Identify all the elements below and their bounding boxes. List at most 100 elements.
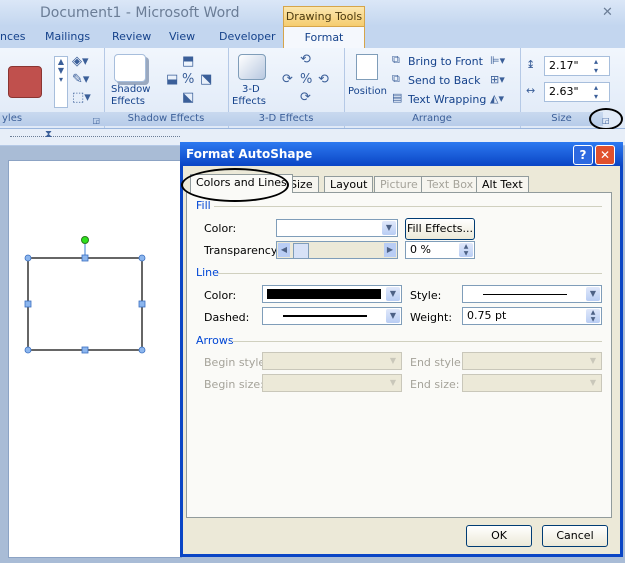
begin-style-dropdown: ▼	[262, 352, 402, 370]
selected-rectangle-shape[interactable]	[20, 232, 150, 358]
rectangle-outline	[27, 257, 143, 351]
window-close-icon[interactable]: ✕	[602, 5, 616, 20]
dialog-close-button[interactable]: ✕	[595, 145, 615, 165]
bring-to-front-icon[interactable]: ⧉	[392, 53, 400, 67]
text-wrapping-icon[interactable]: ▤	[392, 91, 402, 104]
rotate-icon[interactable]: ◭▾	[490, 92, 504, 105]
group-objects-icon[interactable]: ⊞▾	[490, 73, 505, 86]
group-label-shadow-effects: Shadow Effects	[104, 112, 228, 126]
slider-left-icon[interactable]: ◀	[278, 243, 290, 257]
resize-handle-ne[interactable]	[138, 254, 146, 262]
line-color-dropdown[interactable]: ▼	[262, 285, 402, 303]
chevron-down-icon[interactable]: ▼	[382, 221, 396, 235]
position-icon[interactable]	[356, 54, 378, 80]
line-style-dropdown[interactable]: ▼	[462, 285, 602, 303]
chevron-down-icon: ▼	[386, 354, 400, 368]
resize-handle-s[interactable]	[81, 346, 89, 354]
line-color-icon[interactable]: ✎▾	[72, 72, 89, 87]
height-spinner-icon[interactable]: ▴ ▾	[594, 57, 598, 75]
tab-mailings[interactable]: Mailings	[45, 30, 90, 43]
nudge-shadow-right-icon[interactable]: ⬔	[200, 72, 212, 87]
tab-format[interactable]: Format	[283, 26, 365, 49]
tilt-up-icon[interactable]: ⟲	[300, 52, 311, 67]
align-icon[interactable]: ⊫▾	[490, 54, 505, 67]
tab-view[interactable]: View	[169, 30, 195, 43]
transparency-slider[interactable]: ◀ ▶	[276, 241, 398, 259]
shadow-effects-label-1[interactable]: Shadow	[111, 84, 150, 95]
group-label-styles: yles	[0, 112, 104, 126]
begin-size-label: Begin size:	[204, 378, 264, 391]
indent-marker-icon[interactable]: ⧗	[45, 129, 52, 140]
tab-developer[interactable]: Developer	[219, 30, 276, 43]
resize-handle-se[interactable]	[138, 346, 146, 354]
width-spinner-icon[interactable]: ▴ ▾	[594, 83, 598, 101]
cancel-button[interactable]: Cancel	[542, 525, 608, 547]
tab-references[interactable]: nces	[0, 30, 26, 43]
shadow-toggle-icon[interactable]: %	[182, 72, 194, 87]
position-label[interactable]: Position	[348, 86, 387, 97]
tilt-right-icon[interactable]: ⟲	[318, 72, 329, 87]
ribbon: ▲ ▼ ▾ ◈▾ ✎▾ ⬚▾ yles ◲ Shadow Effects ⬒ ⬓ %…	[0, 48, 625, 129]
send-to-back-label[interactable]: Send to Back	[408, 74, 480, 87]
document-page[interactable]	[8, 160, 182, 558]
shape-height-input[interactable]: 2.17"	[544, 56, 610, 76]
resize-handle-w[interactable]	[24, 300, 32, 308]
resize-handle-e[interactable]	[138, 300, 146, 308]
chevron-down-icon: ▼	[586, 354, 600, 368]
style-gallery-scroll[interactable]: ▲ ▼ ▾	[54, 56, 68, 108]
nudge-shadow-left-icon[interactable]: ⬓	[166, 72, 178, 87]
shadow-effects-icon[interactable]	[114, 54, 146, 82]
group-3d-effects: 3-D Effects ⟲ ⟳ % ⟲ ⟳ 3-D Effects	[228, 48, 345, 128]
text-wrapping-label[interactable]: Text Wrapping	[408, 93, 486, 106]
nudge-shadow-down-icon[interactable]: ⬕	[182, 90, 194, 105]
slider-thumb[interactable]	[293, 243, 309, 259]
transparency-label: Transparency:	[204, 244, 281, 257]
tilt-down-icon[interactable]: ⟳	[300, 90, 311, 105]
transparency-spinner-icon[interactable]: ▲ ▼	[459, 243, 473, 257]
styles-launcher-icon[interactable]: ◲	[92, 116, 100, 125]
dashed-dropdown[interactable]: ▼	[262, 307, 402, 325]
rotation-handle[interactable]	[81, 236, 89, 244]
bring-to-front-label[interactable]: Bring to Front	[408, 55, 483, 68]
chevron-down-icon[interactable]: ▼	[386, 287, 400, 301]
dialog-help-button[interactable]: ?	[573, 145, 593, 165]
3d-effects-icon[interactable]	[238, 54, 266, 80]
3d-effects-label-1[interactable]: 3-D	[242, 84, 260, 95]
tilt-left-icon[interactable]: ⟳	[282, 72, 293, 87]
shape-height-icon: ↨	[526, 58, 536, 71]
section-arrows: Arrows	[196, 334, 234, 347]
transparency-input[interactable]: 0 % ▲ ▼	[405, 241, 475, 259]
send-to-back-icon[interactable]: ⧉	[392, 72, 400, 86]
section-fill: Fill	[196, 199, 211, 212]
ok-button[interactable]: OK	[466, 525, 532, 547]
chevron-down-icon[interactable]: ▼	[386, 309, 400, 323]
tab-review[interactable]: Review	[112, 30, 151, 43]
weight-spinner-icon[interactable]: ▲ ▼	[586, 309, 600, 323]
shape-style-swatch[interactable]	[8, 66, 42, 98]
3d-toggle-icon[interactable]: %	[300, 72, 312, 87]
nudge-shadow-up-icon[interactable]: ⬒	[182, 54, 194, 69]
resize-handle-n[interactable]	[81, 254, 89, 262]
resize-handle-nw[interactable]	[24, 254, 32, 262]
tab-picture: Picture	[374, 176, 424, 193]
resize-handle-sw[interactable]	[24, 346, 32, 354]
group-label-3d-effects: 3-D Effects	[228, 112, 344, 126]
dialog-title: Format AutoShape	[186, 147, 313, 161]
fill-color-dropdown[interactable]: ▼	[276, 219, 398, 237]
chevron-down-icon[interactable]: ▼	[586, 287, 600, 301]
tab-alt-text[interactable]: Alt Text	[476, 176, 529, 193]
slider-right-icon[interactable]: ▶	[384, 243, 396, 257]
weight-input[interactable]: 0.75 pt ▲ ▼	[462, 307, 602, 325]
line-style-preview	[483, 294, 567, 295]
change-shape-icon[interactable]: ⬚▾	[72, 90, 91, 105]
shape-width-input[interactable]: 2.63"	[544, 82, 610, 102]
tab-layout[interactable]: Layout	[324, 176, 374, 193]
3d-effects-label-2[interactable]: Effects	[232, 96, 266, 107]
chevron-down-icon: ▼	[386, 376, 400, 390]
fill-bucket-icon[interactable]: ◈▾	[72, 54, 89, 69]
fill-effects-button[interactable]: Fill Effects...	[405, 218, 475, 240]
line-color-label: Color:	[204, 289, 237, 302]
shape-width-icon: ↔	[526, 84, 536, 97]
shadow-effects-label-2[interactable]: Effects	[111, 96, 145, 107]
transparency-value: 0 %	[410, 243, 431, 256]
